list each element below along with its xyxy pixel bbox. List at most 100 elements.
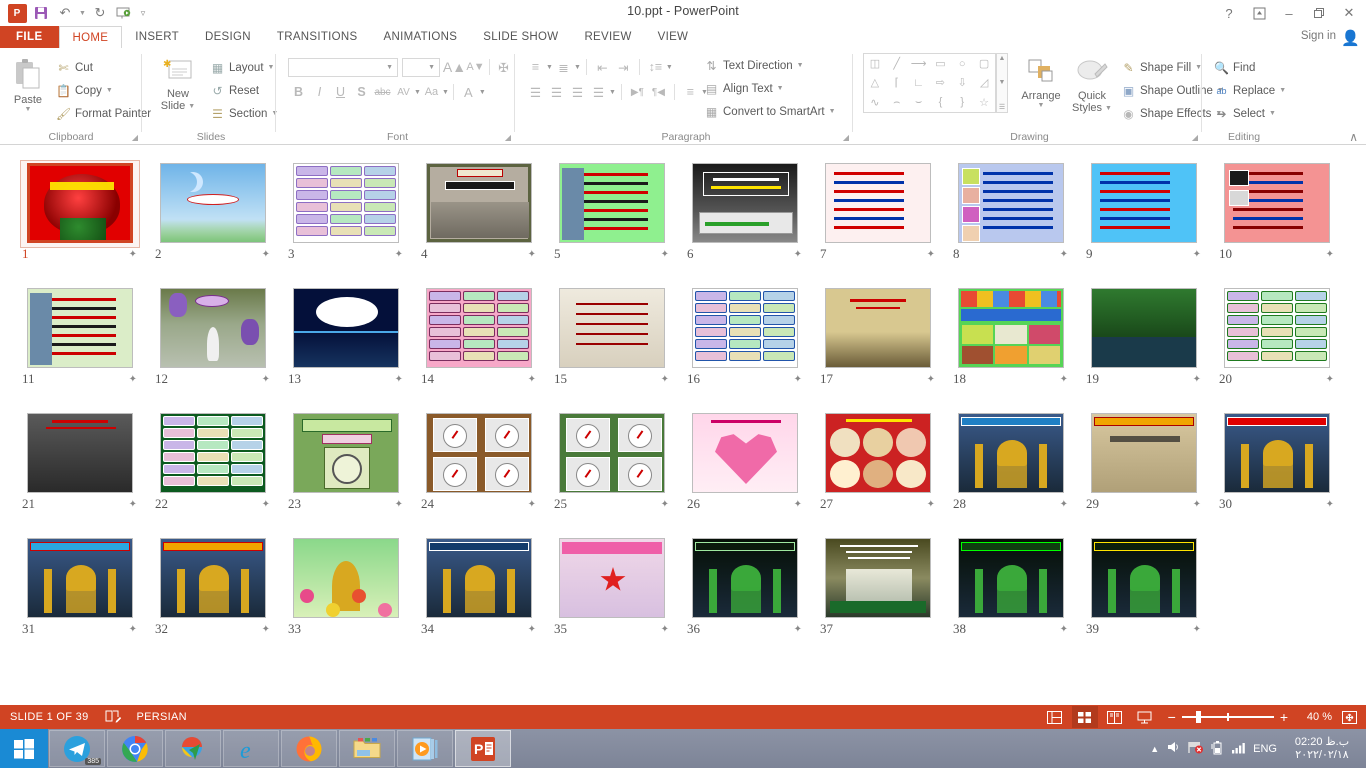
shape-right-brace-icon[interactable]: }	[951, 93, 973, 112]
slide-thumbnail-image-35[interactable]	[552, 535, 672, 621]
align-right-button[interactable]: ☰	[567, 82, 588, 102]
new-slide-dropdown-icon[interactable]: ▼	[188, 103, 195, 110]
shape-down-arrow-icon[interactable]: ⇩	[951, 73, 973, 92]
shape-text-box-icon[interactable]: ◫	[864, 54, 886, 73]
copy-dropdown-icon[interactable]: ▼	[106, 87, 113, 94]
quick-styles-button[interactable]: Quick Styles ▼	[1070, 55, 1114, 114]
slide-sorter-view-button[interactable]	[1072, 706, 1098, 728]
notes-icon[interactable]	[105, 709, 121, 726]
shape-elbow-connector-icon[interactable]: ⌈	[886, 73, 908, 92]
taskbar-telegram[interactable]: 385	[49, 730, 105, 767]
arrange-button[interactable]: Arrange ▼	[1015, 55, 1067, 109]
gallery-scroll-down-icon[interactable]: ▼	[999, 79, 1006, 86]
slide-thumbnail-20[interactable]: 20✦	[1211, 281, 1344, 406]
slide-thumbnail-image-12[interactable]	[153, 285, 273, 371]
tab-view[interactable]: VIEW	[645, 26, 702, 48]
animation-indicator-icon-25[interactable]: ✦	[661, 499, 669, 510]
slide-thumbnail-28[interactable]: 28✦	[945, 406, 1078, 531]
taskbar-file-explorer[interactable]	[339, 730, 395, 767]
slide-thumbnail-37[interactable]: 37	[812, 531, 945, 656]
slide-thumbnail-image-3[interactable]	[286, 160, 406, 246]
arrange-dropdown-icon[interactable]: ▼	[1038, 102, 1045, 109]
animation-indicator-icon-12[interactable]: ✦	[262, 374, 270, 385]
slide-thumbnail-35[interactable]: 35✦	[546, 531, 679, 656]
slide-thumbnail-image-32[interactable]	[153, 535, 273, 621]
show-hidden-icons-button[interactable]: ▲	[1150, 744, 1159, 754]
slide-thumbnail-image-30[interactable]	[1217, 410, 1337, 496]
slide-thumbnail-image-38[interactable]	[951, 535, 1071, 621]
animation-indicator-icon-35[interactable]: ✦	[661, 624, 669, 635]
zoom-track[interactable]	[1182, 711, 1274, 723]
slide-thumbnail-8[interactable]: 8✦	[945, 156, 1078, 281]
tab-transitions[interactable]: TRANSITIONS	[264, 26, 371, 48]
italic-button[interactable]: I	[309, 82, 330, 102]
animation-indicator-icon-9[interactable]: ✦	[1193, 249, 1201, 260]
animation-indicator-icon-29[interactable]: ✦	[1193, 499, 1201, 510]
slide-thumbnail-image-16[interactable]	[685, 285, 805, 371]
animation-indicator-icon-19[interactable]: ✦	[1193, 374, 1201, 385]
copy-button[interactable]: 📋 Copy ▼	[54, 79, 153, 102]
collapse-ribbon-button[interactable]: ∧	[1349, 130, 1358, 144]
slide-thumbnail-2[interactable]: 2✦	[147, 156, 280, 281]
animation-indicator-icon-21[interactable]: ✦	[129, 499, 137, 510]
slide-thumbnail-17[interactable]: 17✦	[812, 281, 945, 406]
tab-slide-show[interactable]: SLIDE SHOW	[470, 26, 571, 48]
paste-button[interactable]: Paste ▼	[6, 55, 50, 113]
animation-indicator-icon-23[interactable]: ✦	[395, 499, 403, 510]
taskbar-idm[interactable]	[165, 730, 221, 767]
animation-indicator-icon-26[interactable]: ✦	[794, 499, 802, 510]
animation-indicator-icon-38[interactable]: ✦	[1060, 624, 1068, 635]
character-spacing-dropdown-icon[interactable]: ▼	[414, 89, 421, 96]
slide-thumbnail-image-37[interactable]	[818, 535, 938, 621]
reset-button[interactable]: ↺ Reset	[208, 79, 280, 102]
tab-review[interactable]: REVIEW	[571, 26, 644, 48]
animation-indicator-icon-24[interactable]: ✦	[528, 499, 536, 510]
shape-right-arrow-icon[interactable]: ⇨	[930, 73, 952, 92]
section-button[interactable]: ☰ Section ▼	[208, 102, 280, 125]
slide-thumbnail-image-23[interactable]	[286, 410, 406, 496]
taskbar-chrome[interactable]	[107, 730, 163, 767]
animation-indicator-icon-14[interactable]: ✦	[528, 374, 536, 385]
slide-thumbnail-7[interactable]: 7✦	[812, 156, 945, 281]
slide-thumbnail-19[interactable]: 19✦	[1078, 281, 1211, 406]
strikethrough-button[interactable]: abc	[372, 82, 393, 102]
slide-thumbnail-21[interactable]: 21✦	[14, 406, 147, 531]
bold-button[interactable]: B	[288, 82, 309, 102]
paragraph-dialog-launcher[interactable]: ◢	[843, 133, 849, 142]
shape-elbow-arrow-icon[interactable]: ∟	[908, 73, 930, 92]
slide-thumbnail-image-18[interactable]	[951, 285, 1071, 371]
tab-design[interactable]: DESIGN	[192, 26, 264, 48]
close-button[interactable]: ✕	[1334, 0, 1364, 26]
taskbar-internet-explorer[interactable]: e	[223, 730, 279, 767]
paste-dropdown-icon[interactable]: ▼	[25, 106, 32, 113]
animation-indicator-icon-11[interactable]: ✦	[129, 374, 137, 385]
slide-thumbnail-image-8[interactable]	[951, 160, 1071, 246]
shape-rounded-rect-icon[interactable]: ▢	[973, 54, 995, 73]
slide-thumbnail-14[interactable]: 14✦	[413, 281, 546, 406]
clear-formatting-button[interactable]: ✠	[493, 57, 514, 77]
decrease-font-size-button[interactable]: A▼	[465, 57, 486, 77]
text-shadow-button[interactable]: S	[351, 82, 372, 102]
align-text-dropdown-icon[interactable]: ▼	[777, 85, 784, 92]
slide-thumbnail-30[interactable]: 30✦	[1211, 406, 1344, 531]
slide-thumbnail-image-33[interactable]	[286, 535, 406, 621]
ribbon-display-options-button[interactable]	[1244, 0, 1274, 26]
clock[interactable]: ب.ظ 02:20 ۲۰۲۲/۰۲/۱۸	[1284, 736, 1360, 762]
slide-thumbnail-image-11[interactable]	[20, 285, 140, 371]
replace-dropdown-icon[interactable]: ▼	[1279, 87, 1286, 94]
gallery-scroll-up-icon[interactable]: ▲	[999, 55, 1006, 62]
animation-indicator-icon-2[interactable]: ✦	[262, 249, 270, 260]
reading-view-button[interactable]	[1102, 706, 1128, 728]
slide-thumbnail-23[interactable]: 23✦	[280, 406, 413, 531]
ltr-text-direction-button[interactable]: ▶¶	[627, 82, 648, 102]
slide-thumbnail-25[interactable]: 25✦	[546, 406, 679, 531]
slide-thumbnail-image-7[interactable]	[818, 160, 938, 246]
minimize-button[interactable]: –	[1274, 0, 1304, 26]
slide-thumbnail-image-2[interactable]	[153, 160, 273, 246]
slide-thumbnail-29[interactable]: 29✦	[1078, 406, 1211, 531]
animation-indicator-icon-30[interactable]: ✦	[1326, 499, 1334, 510]
language-indicator-tray[interactable]: ENG	[1253, 743, 1277, 755]
slide-thumbnail-4[interactable]: 4✦	[413, 156, 546, 281]
shape-rectangle-icon[interactable]: ▭	[930, 54, 952, 73]
tab-home[interactable]: HOME	[59, 26, 123, 48]
